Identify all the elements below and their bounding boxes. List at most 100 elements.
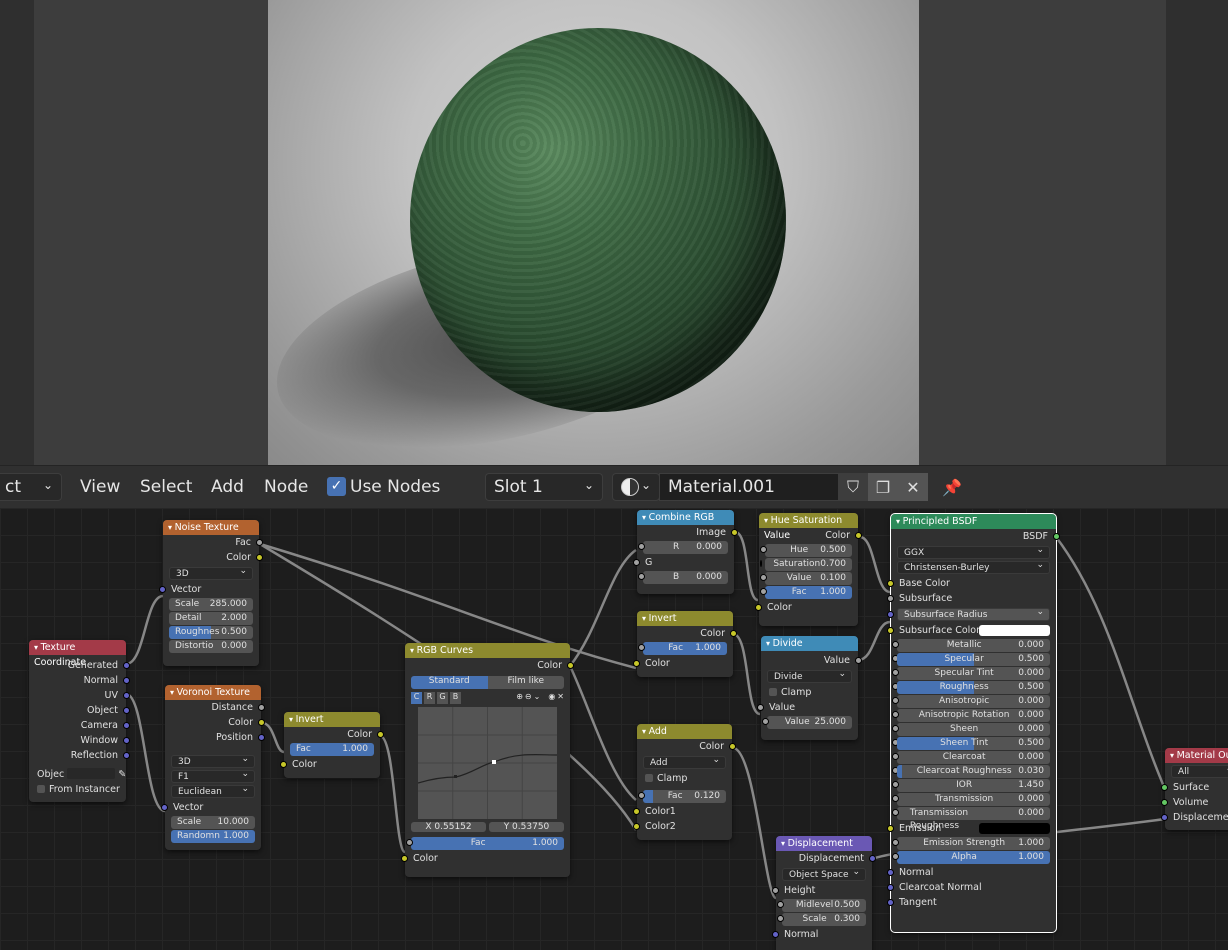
zoom-out-icon[interactable]: ⊖ <box>525 692 532 704</box>
randomness-field[interactable]: Randomn 1.000 <box>171 830 255 843</box>
distance-select[interactable]: Euclidean <box>171 783 255 798</box>
fac-field[interactable]: Fac 1.000 <box>638 642 727 655</box>
emission-color-swatch <box>979 823 1050 834</box>
input-normal: Normal <box>772 927 872 942</box>
node-material-output[interactable]: Material Out All Surface Volume Displace… <box>1161 748 1228 830</box>
use-nodes-checkbox[interactable]: ✓ <box>327 477 346 496</box>
emission-strength-field[interactable]: Emission Strength 1.000 <box>892 837 1050 850</box>
zoom-in-icon[interactable]: ⊕ <box>516 692 523 704</box>
node-principled-bsdf[interactable]: Principled BSDF BSDF GGX Christensen-Bur… <box>887 513 1060 933</box>
node-divide[interactable]: Divide Value Divide Clamp Value Value25.… <box>757 636 862 740</box>
channel-c[interactable]: C <box>411 692 422 704</box>
b-field[interactable]: B 0.000 <box>638 571 728 584</box>
node-combine-rgb[interactable]: Combine RGB Image R0.000 G B0.000 <box>633 510 738 594</box>
node-editor-canvas[interactable]: Texture Coordinate Generated Normal UV O… <box>0 508 1228 950</box>
midlevel-field[interactable]: Midlevel 0.500 <box>777 899 866 912</box>
object-picker[interactable]: Objec ✎ <box>29 767 126 782</box>
input-subsurface-color[interactable]: Subsurface Color <box>887 623 1056 638</box>
blend-mode-select[interactable]: Add <box>643 754 726 769</box>
node-displacement[interactable]: Displacement Displacement Object Space H… <box>772 836 876 950</box>
fac-field[interactable]: Fac 1.000 <box>406 837 564 850</box>
bsdf-field-transmission[interactable]: Transmission 0.000 <box>892 793 1050 806</box>
bsdf-field-sheen[interactable]: Sheen 0.000 <box>892 723 1050 736</box>
dimension-select[interactable]: 3D <box>169 565 253 580</box>
output-distance: Distance <box>165 700 265 715</box>
bsdf-field-anisotropic-rotation[interactable]: Anisotropic Rotation 0.000 <box>892 709 1050 722</box>
coordinate-readout: X 0.55152 Y 0.53750 <box>411 822 564 832</box>
bsdf-field-sheen-tint[interactable]: Sheen Tint 0.500 <box>892 737 1050 750</box>
node-add[interactable]: Add Color Add Clamp Fac0.120 Color1 Colo… <box>633 724 736 840</box>
space-select[interactable]: Object Space <box>782 866 866 881</box>
subsurface-radius-select[interactable]: Subsurface Radius <box>887 606 1050 621</box>
scale-field[interactable]: Scale 10.000 <box>171 816 255 829</box>
bsdf-field-specular[interactable]: Specular 0.500 <box>892 653 1050 666</box>
channel-r[interactable]: R <box>424 692 435 704</box>
pin-button[interactable]: 📌 <box>937 473 967 501</box>
r-field[interactable]: R 0.000 <box>638 541 728 554</box>
object-type-select[interactable]: ct ⌄ <box>0 473 62 501</box>
menu-select[interactable]: Select <box>140 477 192 497</box>
bsdf-field-specular-tint[interactable]: Specular Tint 0.000 <box>892 667 1050 680</box>
use-nodes-label[interactable]: Use Nodes <box>350 477 440 497</box>
fac-field[interactable]: Fac 1.000 <box>290 743 374 756</box>
fac-field[interactable]: Fac 1.000 <box>760 586 852 599</box>
bsdf-field-anisotropic[interactable]: Anisotropic 0.000 <box>892 695 1050 708</box>
node-hue-saturation-value[interactable]: Hue Saturation Value Color Hue0.500 Satu… <box>755 513 862 626</box>
roughness-field[interactable]: Roughnes 0.500 <box>169 626 253 639</box>
rendered-sphere <box>410 28 786 412</box>
chevron-down-icon[interactable]: ⌄ <box>534 692 541 704</box>
duplicate-material-button[interactable]: ❐ <box>868 473 898 501</box>
3d-viewport[interactable] <box>0 0 1228 465</box>
fake-user-button[interactable]: ⛉ <box>838 473 868 501</box>
alpha-field[interactable]: Alpha 1.000 <box>892 851 1050 864</box>
operation-select[interactable]: Divide <box>767 668 852 683</box>
node-rgb-curves[interactable]: RGB Curves Color Standard Film like C R … <box>401 643 574 877</box>
target-select[interactable]: All <box>1171 763 1228 778</box>
node-voronoi-texture[interactable]: Voronoi Texture Distance Color Position … <box>161 685 265 850</box>
material-name-field[interactable]: Material.001 <box>659 473 839 501</box>
tab-film-like[interactable]: Film like <box>487 676 564 689</box>
node-noise-texture[interactable]: Noise Texture Fac Color 3D Vector Scale2… <box>159 520 263 666</box>
bsdf-field-ior[interactable]: IOR 1.450 <box>892 779 1050 792</box>
distortion-field[interactable]: Distortio 0.000 <box>169 640 253 653</box>
hue-field[interactable]: Hue 0.500 <box>760 544 852 557</box>
y-readout[interactable]: Y 0.53750 <box>489 822 564 832</box>
feature-select[interactable]: F1 <box>171 768 255 783</box>
input-vector: Vector <box>161 800 261 815</box>
subsurface-method-select[interactable]: Christensen-Burley <box>897 559 1050 574</box>
clamp-checkbox[interactable]: Clamp <box>761 685 858 700</box>
input-emission[interactable]: Emission <box>887 821 1056 836</box>
curve-graph[interactable] <box>418 707 557 819</box>
node-invert[interactable]: Invert Color Fac1.000 Color <box>280 712 384 778</box>
scale-field[interactable]: Scale 285.000 <box>169 598 253 611</box>
menu-node[interactable]: Node <box>264 477 308 497</box>
fac-field[interactable]: Fac 0.120 <box>638 790 726 803</box>
x-readout[interactable]: X 0.55152 <box>411 822 486 832</box>
delete-point-icon[interactable]: ✕ <box>557 692 564 704</box>
detail-field[interactable]: Detail 2.000 <box>169 612 253 625</box>
bsdf-field-clearcoat-roughness[interactable]: Clearcoat Roughness 0.030 <box>892 765 1050 778</box>
node-texture-coordinate[interactable]: Texture Coordinate Generated Normal UV O… <box>29 640 130 802</box>
dimension-select[interactable]: 3D <box>171 753 255 768</box>
bsdf-field-metallic[interactable]: Metallic 0.000 <box>892 639 1050 652</box>
channel-b[interactable]: B <box>450 692 461 704</box>
scale-field[interactable]: Scale 0.300 <box>777 913 866 926</box>
slot-select[interactable]: Slot 1 ⌄ <box>485 473 603 501</box>
clamp-checkbox[interactable]: Clamp <box>637 771 732 786</box>
saturation-field[interactable]: Saturation 0.700 <box>760 558 852 571</box>
tab-standard[interactable]: Standard <box>411 676 488 689</box>
node-invert[interactable]: Invert Color Fac1.000 Color <box>633 611 737 677</box>
value-field[interactable]: Value 0.100 <box>760 572 852 585</box>
bsdf-field-clearcoat[interactable]: Clearcoat 0.000 <box>892 751 1050 764</box>
bsdf-field-transmission-roughness[interactable]: Transmission Roughness 0.000 <box>892 807 1050 831</box>
menu-add[interactable]: Add <box>211 477 244 497</box>
material-browse-button[interactable]: ⌄ <box>612 473 660 501</box>
from-instancer-checkbox[interactable]: From Instancer <box>29 782 126 797</box>
clip-icon[interactable]: ◉ <box>548 692 555 704</box>
unlink-material-button[interactable]: ✕ <box>898 473 928 501</box>
value-field[interactable]: Value 25.000 <box>762 716 852 729</box>
distribution-select[interactable]: GGX <box>897 544 1050 559</box>
channel-g[interactable]: G <box>437 692 448 704</box>
menu-view[interactable]: View <box>80 477 120 497</box>
bsdf-field-roughness[interactable]: Roughness 0.500 <box>892 681 1050 694</box>
